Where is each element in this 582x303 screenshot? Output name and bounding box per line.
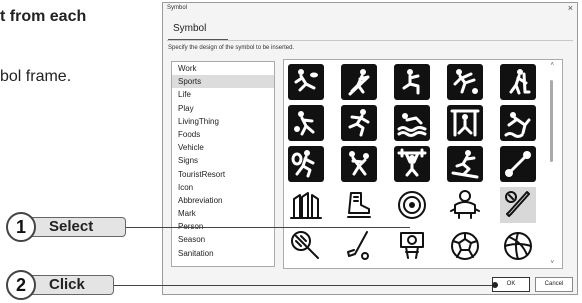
skiing-tile-icon[interactable]	[447, 146, 483, 182]
tennis-tile-icon[interactable]	[288, 146, 324, 182]
ice-skate-icon[interactable]	[341, 187, 377, 223]
category-item[interactable]: Abbreviation	[172, 194, 274, 207]
soccer-ball-icon[interactable]	[447, 228, 483, 264]
instruction-text: Specify the design of the symbol to be i…	[168, 45, 295, 51]
gymnastics-bar-tile-icon[interactable]	[447, 105, 483, 141]
page-body-fragment: bol frame.	[0, 68, 72, 85]
cancel-button[interactable]: Cancel	[535, 277, 573, 292]
scrollbar-thumb[interactable]	[550, 80, 553, 162]
ski-boots-icon[interactable]	[288, 187, 324, 223]
category-item[interactable]: Sanitation	[172, 247, 274, 260]
callout-1-line	[120, 227, 410, 229]
diving-tile-icon[interactable]	[500, 105, 536, 141]
badminton-racket-icon[interactable]	[288, 228, 324, 264]
category-item-selected[interactable]: Sports	[172, 75, 274, 89]
category-item[interactable]: Life	[172, 88, 274, 101]
running-tile-icon[interactable]	[341, 105, 377, 141]
symbol-grid: ˄ ˅	[283, 59, 563, 269]
kicking-tile-icon[interactable]	[447, 64, 483, 100]
scroll-up-icon[interactable]: ˄	[550, 62, 554, 68]
category-item[interactable]: Mark	[172, 207, 274, 220]
category-list[interactable]: Work Sports Life Play LivingThing Foods …	[171, 61, 275, 267]
sumo-wrestler-icon[interactable]	[447, 187, 483, 223]
hockey-tile-icon[interactable]	[500, 64, 536, 100]
callout-1-number: 1	[6, 212, 36, 242]
squatting-athlete-tile-icon[interactable]	[394, 64, 430, 100]
category-item[interactable]: LivingThing	[172, 115, 274, 128]
golf-swing-tile-icon[interactable]	[341, 64, 377, 100]
category-item[interactable]: Play	[172, 102, 274, 115]
dumbbell-tile-icon[interactable]	[500, 146, 536, 182]
category-item[interactable]: Icon	[172, 181, 274, 194]
scroll-down-icon[interactable]: ˅	[550, 260, 554, 266]
dialog-title: Symbol	[167, 5, 188, 11]
volleyball-icon[interactable]	[500, 228, 536, 264]
close-icon[interactable]: ×	[568, 3, 573, 13]
table-tennis-tile-icon[interactable]	[288, 105, 324, 141]
swimming-tile-icon[interactable]	[394, 105, 430, 141]
basketball-hoop-icon[interactable]	[394, 228, 430, 264]
category-item[interactable]: Vehicle	[172, 141, 274, 154]
tab-divider	[167, 40, 573, 41]
callout-2-line	[110, 285, 494, 287]
category-item[interactable]: Signs	[172, 154, 274, 167]
golf-club-icon[interactable]	[341, 228, 377, 264]
page-heading-fragment: t from each	[0, 8, 87, 25]
wrestling-tile-icon[interactable]	[341, 146, 377, 182]
rugby-tile-icon[interactable]	[288, 64, 324, 100]
symbol-dialog: Symbol × Symbol Specify the design of th…	[162, 2, 578, 295]
callout-1-label: Select	[26, 217, 126, 237]
callout-2-dot	[492, 282, 498, 288]
category-item[interactable]: TouristResort	[172, 168, 274, 181]
tab-symbol[interactable]: Symbol	[168, 19, 228, 41]
category-item[interactable]: Season	[172, 233, 274, 246]
category-item[interactable]: Foods	[172, 128, 274, 141]
weightlifting-tile-icon[interactable]	[394, 146, 430, 182]
callout-2-label: Click	[26, 275, 114, 295]
tab-symbol-label: Symbol	[173, 23, 207, 34]
target-icon[interactable]	[394, 187, 430, 223]
baseball-bat-ball-icon[interactable]	[500, 187, 536, 223]
callout-2-number: 2	[6, 270, 36, 300]
category-item[interactable]: Work	[172, 62, 274, 75]
